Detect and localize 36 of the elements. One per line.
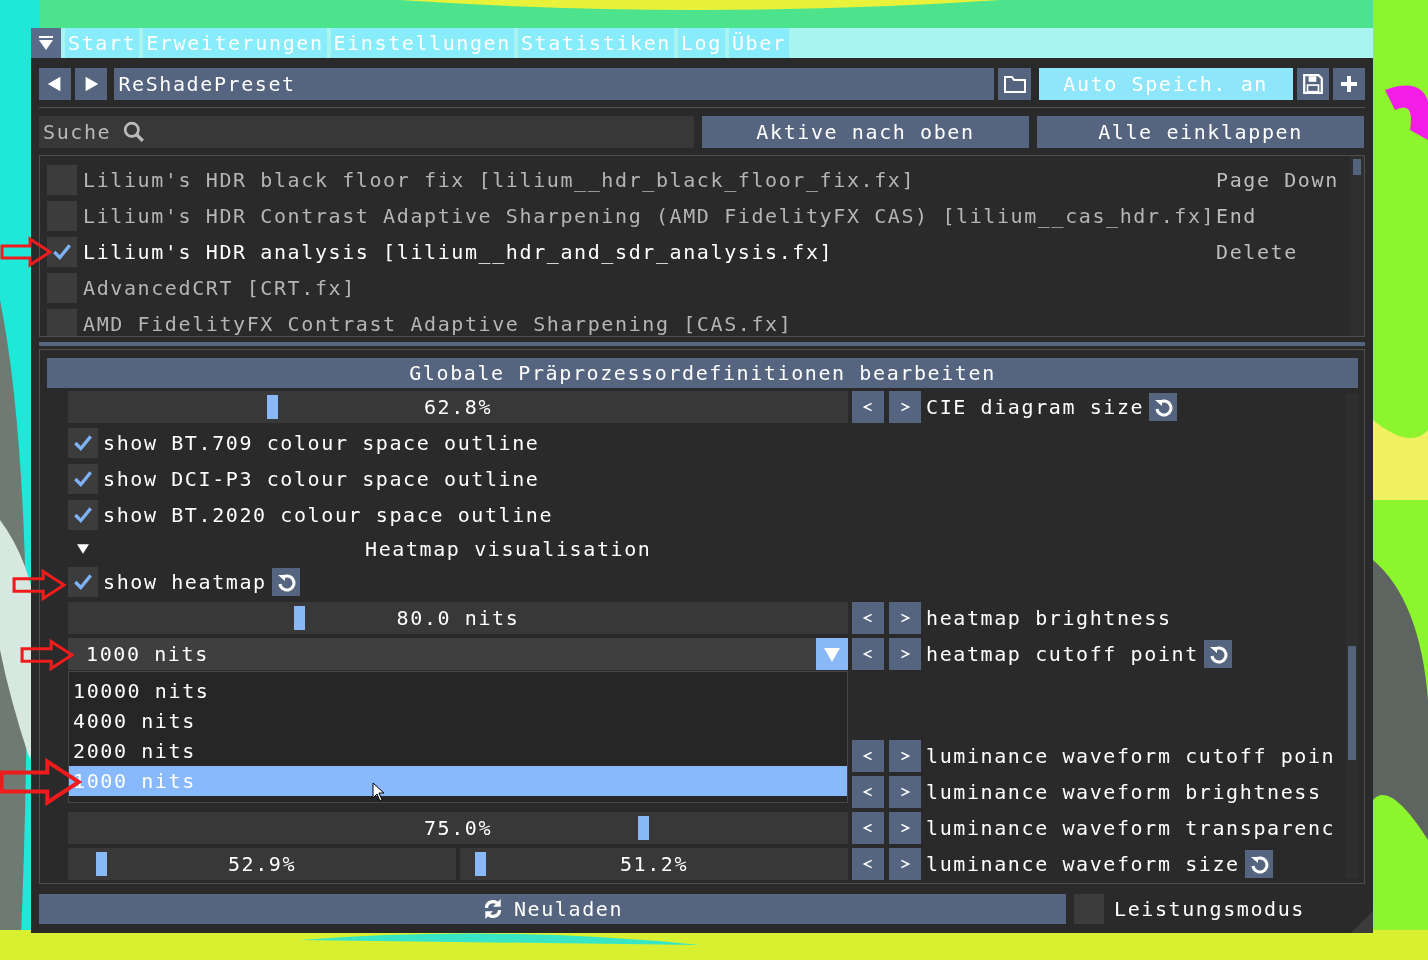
setting-label: heatmap brightness [926,606,1172,630]
menu-item[interactable]: Page Down [1216,162,1339,198]
effect-item[interactable]: Lilium's HDR black floor fix [lilium__hdr_black_floor_fix.fx] [83,168,916,192]
setting-label: show DCI-P3 colour space outline [103,467,540,491]
setting-label: luminance waveform brightness [926,780,1322,804]
slider[interactable]: 51.2% [460,848,848,880]
dropdown-option[interactable]: 10000 nits [69,676,847,706]
group-header[interactable]: Heatmap visualisation [365,536,652,561]
setting-label: heatmap cutoff point [926,642,1199,666]
reload-button[interactable]: Neuladen [39,894,1066,924]
setting-label: luminance waveform transparenc [926,816,1336,840]
effect-item[interactable]: Lilium's HDR Contrast Adaptive Sharpening (AMD FidelityFX CAS) [lilium__cas_hdr.fx] [83,204,1216,228]
dropdown-option[interactable]: 4000 nits [69,706,847,736]
menu-item[interactable]: End [1216,198,1339,234]
setting-label: luminance waveform size [926,852,1240,876]
checkbox-label: Leistungsmodus [1114,897,1305,921]
setting-label: CIE diagram size [926,395,1145,419]
toolbar-button[interactable]: Alle einklappen [1037,116,1364,148]
menu-item[interactable]: Delete [1216,234,1339,270]
dropdown-option[interactable]: 2000 nits [69,736,847,766]
setting-label: show BT.2020 colour space outline [103,503,554,527]
slider[interactable]: 75.0% [68,812,848,844]
slider[interactable]: 52.9% [68,848,456,880]
toolbar-button[interactable]: Aktive nach oben [702,116,1029,148]
section-title[interactable]: Globale Präprozessordefinitionen bearbeiten [47,358,1358,388]
setting-label: show heatmap [103,570,267,594]
effect-item[interactable]: AMD FidelityFX Contrast Adaptive Sharpening [CAS.fx] [83,312,793,336]
slider[interactable]: 80.0 nits [68,602,848,634]
slider[interactable]: 62.8% [68,391,848,423]
setting-label: luminance waveform cutoff poin [926,744,1336,768]
search-field[interactable]: Suche [39,116,694,148]
preset-field[interactable]: ReShadePreset [114,68,995,100]
effect-item[interactable]: AdvancedCRT [CRT.fx] [83,276,356,300]
dropdown[interactable]: 1000 nits [68,638,848,670]
effect-item[interactable]: Lilium's HDR analysis [lilium__hdr_and_sdr_analysis.fx] [83,240,834,264]
setting-label: show BT.709 colour space outline [103,431,540,455]
